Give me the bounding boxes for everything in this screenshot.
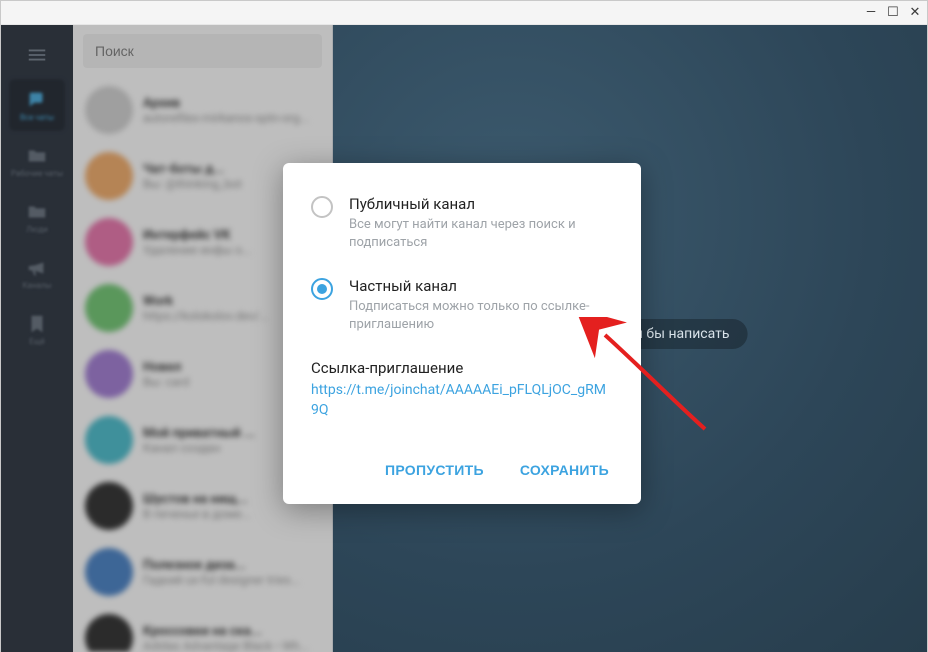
sidebar-item-channels[interactable]: Каналы xyxy=(9,247,65,299)
window-minimize-button[interactable]: — xyxy=(865,7,877,19)
chat-subtitle: Adidas Advantage Black • Wh... xyxy=(143,639,310,652)
avatar xyxy=(85,482,133,530)
sidebar-item-label: Люди xyxy=(26,225,48,234)
megaphone-icon xyxy=(26,257,48,279)
chat-list-item[interactable]: Кроссовки на ска...Adidas Advantage Blac… xyxy=(73,605,332,652)
sidebar-item-label: Ещё xyxy=(29,337,44,346)
invite-link[interactable]: https://t.me/joinchat/AAAAAEi_pFLQLjOC_g… xyxy=(311,381,613,420)
chat-title: Чат-боты д... xyxy=(143,162,273,177)
sidebar-nav: Все чаты Рабочие чаты Люди Каналы Ещё xyxy=(1,25,73,652)
hamburger-icon xyxy=(26,44,48,66)
chat-title: Полезное диза... xyxy=(143,558,310,573)
option-title: Частный канал xyxy=(349,277,613,295)
sidebar-item-label: Рабочие чаты xyxy=(11,169,63,178)
avatar xyxy=(85,86,133,134)
chat-title: Архив xyxy=(143,96,310,111)
chat-list-item[interactable]: Полезное диза...Гадкий ux-ful designer t… xyxy=(73,539,332,605)
sidebar-item-work-chats[interactable]: Рабочие чаты xyxy=(9,135,65,187)
folder-icon xyxy=(26,145,48,167)
app-window: — ☐ ✕ Все чаты Рабочие чаты Люди К xyxy=(0,0,928,652)
sidebar-item-all-chats[interactable]: Все чаты xyxy=(9,79,65,131)
chat-subtitle: Вы: @thinking_bot xyxy=(143,177,273,191)
channel-type-dialog: Публичный канал Все могут найти канал че… xyxy=(283,163,641,504)
avatar xyxy=(85,152,133,200)
invite-link-section: Ссылка-приглашение https://t.me/joinchat… xyxy=(311,359,613,420)
chat-list-item[interactable]: Архивautorefilex-mirkanos-sptn-org... xyxy=(73,77,332,143)
avatar xyxy=(85,614,133,652)
avatar xyxy=(85,218,133,266)
window-titlebar: — ☐ ✕ xyxy=(1,1,927,25)
chat-subtitle: В печенье в доме... xyxy=(143,507,310,521)
option-private-channel[interactable]: Частный канал Подписаться можно только п… xyxy=(311,277,613,333)
option-title: Публичный канал xyxy=(349,195,613,213)
chat-title: Кроссовки на ска... xyxy=(143,624,310,639)
window-maximize-button[interactable]: ☐ xyxy=(887,7,899,19)
sidebar-item-people[interactable]: Люди xyxy=(9,191,65,243)
radio-private[interactable] xyxy=(311,278,333,300)
chat-subtitle: Гадкий ux-ful designer tries... xyxy=(143,573,310,587)
option-description: Все могут найти канал через поиск и подп… xyxy=(349,216,613,251)
save-button[interactable]: СОХРАНИТЬ xyxy=(516,454,613,486)
sidebar-item-label: Все чаты xyxy=(20,113,54,122)
invite-link-label: Ссылка-приглашение xyxy=(311,359,613,377)
option-public-channel[interactable]: Публичный канал Все могут найти канал че… xyxy=(311,195,613,251)
bookmark-icon xyxy=(26,313,48,335)
sidebar-item-label: Каналы xyxy=(22,281,51,290)
avatar xyxy=(85,548,133,596)
folder-icon xyxy=(26,201,48,223)
radio-public[interactable] xyxy=(311,196,333,218)
avatar xyxy=(85,284,133,332)
chat-subtitle: autorefilex-mirkanos-sptn-org... xyxy=(143,111,310,125)
option-description: Подписаться можно только по ссылке-пригл… xyxy=(349,298,613,333)
sidebar-item-more[interactable]: Ещё xyxy=(9,303,65,355)
skip-button[interactable]: ПРОПУСТИТЬ xyxy=(381,454,488,486)
chats-icon xyxy=(26,89,48,111)
search-input[interactable] xyxy=(83,34,322,68)
avatar xyxy=(85,416,133,464)
window-close-button[interactable]: ✕ xyxy=(909,7,921,19)
hamburger-menu-button[interactable] xyxy=(15,35,59,75)
avatar xyxy=(85,350,133,398)
